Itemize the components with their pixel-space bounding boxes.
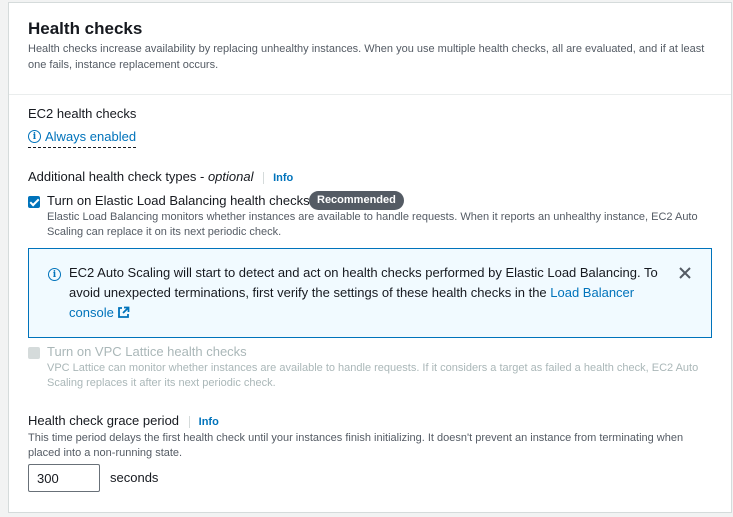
health-checks-panel: Health checks Health checks increase ava… [8, 2, 732, 513]
section-description: Health checks increase availability by r… [28, 43, 705, 71]
elb-health-checks-checkbox[interactable] [28, 196, 40, 208]
elb-health-checks-label[interactable]: Turn on Elastic Load Balancing health ch… [47, 193, 310, 208]
info-circle-icon: i [28, 130, 41, 143]
panel-header: Health checks Health checks increase ava… [9, 3, 731, 95]
close-icon[interactable] [677, 265, 693, 281]
recommended-badge: Recommended [309, 191, 404, 210]
vpc-lattice-health-checks-label: Turn on VPC Lattice health checks [47, 344, 247, 359]
seconds-unit-label: seconds [110, 470, 159, 485]
always-enabled-popover[interactable]: i Always enabled [28, 129, 137, 148]
alert-message: EC2 Auto Scaling will start to detect an… [69, 263, 669, 323]
grace-period-description: This time period delays the first health… [28, 432, 684, 459]
info-circle-icon: i [48, 268, 61, 281]
info-alert: i EC2 Auto Scaling will start to detect … [28, 248, 712, 338]
section-title: Health checks [28, 19, 143, 38]
elb-health-checks-description: Elastic Load Balancing monitors whether … [47, 211, 698, 238]
additional-label-text: Additional health check types - [28, 169, 208, 184]
vpc-lattice-health-checks-description: VPC Lattice can monitor whether instance… [47, 362, 699, 389]
ec2-health-checks-label: EC2 health checks [28, 106, 137, 121]
info-link[interactable]: Info [188, 416, 219, 428]
vpc-lattice-health-checks-checkbox[interactable] [28, 347, 40, 359]
always-enabled-text: Always enabled [45, 129, 137, 144]
info-link[interactable]: Info [263, 172, 294, 184]
additional-health-check-types-label: Additional health check types - optional… [28, 169, 294, 184]
optional-text: optional [207, 169, 254, 184]
grace-period-input[interactable] [28, 464, 100, 492]
grace-period-label-text: Health check grace period [28, 413, 180, 428]
external-link-icon [117, 306, 130, 318]
grace-period-label: Health check grace period Info [28, 413, 219, 428]
